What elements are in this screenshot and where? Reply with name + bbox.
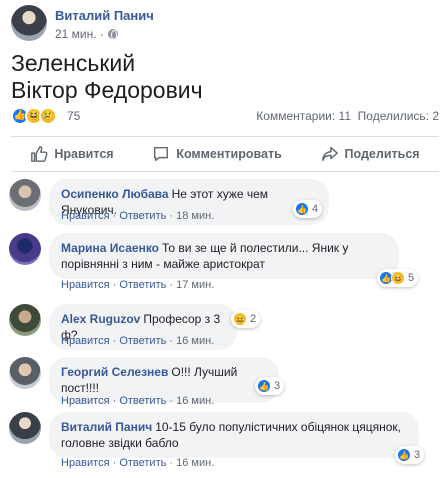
- comment-reactions-count: 3: [414, 449, 421, 461]
- like-icon: 👍: [257, 379, 271, 393]
- comment-reactions-count: 4: [312, 203, 319, 215]
- reaction-icons[interactable]: 👍 😆 😢: [11, 107, 57, 125]
- commenter-avatar[interactable]: [9, 179, 41, 211]
- post-meta: 21 мин. ·: [55, 27, 118, 41]
- comment-reactions[interactable]: 👍 3: [255, 377, 285, 395]
- post-header: Виталий Панич 21 мин. ·: [11, 5, 431, 43]
- comment: Виталий Панич 10-15 було популістичних об…: [9, 412, 439, 470]
- commenter-avatar[interactable]: [9, 412, 41, 444]
- post-text: Зеленський Віктор Федорович: [11, 50, 203, 103]
- comment-reply-link[interactable]: Ответить: [119, 457, 166, 469]
- comment-like-link[interactable]: Нравится: [61, 457, 110, 469]
- sad-icon: 😢: [39, 107, 57, 125]
- commenter-avatar[interactable]: [9, 304, 41, 336]
- reactions-summary: 👍 😆 😢 75 Комментарии: 11 Поделились: 2: [11, 106, 439, 126]
- comment-button[interactable]: Комментировать: [152, 145, 282, 163]
- comment-actions: Нравится · Ответить · 17 мин.: [61, 279, 215, 291]
- comment-like-link[interactable]: Нравится: [61, 335, 110, 347]
- comment-like-link[interactable]: Нравится: [61, 279, 110, 291]
- comment-time[interactable]: 18 мин.: [176, 210, 214, 222]
- like-icon: 👍: [295, 202, 309, 216]
- comment-actions: Нравится · Ответить · 16 мин.: [61, 335, 215, 347]
- comment-like-link[interactable]: Нравится: [61, 395, 110, 407]
- like-button[interactable]: Нравится: [30, 145, 114, 163]
- comment-actions: Нравится · Ответить · 16 мин.: [61, 395, 215, 407]
- post-author-name[interactable]: Виталий Панич: [55, 8, 154, 23]
- comment-time[interactable]: 16 мин.: [176, 457, 214, 469]
- comment-reactions[interactable]: 😆 2: [231, 310, 261, 328]
- like-icon: 👍: [397, 448, 411, 462]
- comment-reactions[interactable]: 👍 😆 5: [377, 269, 419, 287]
- commenter-name[interactable]: Alex Ruguzov: [61, 312, 140, 326]
- comment-bubble: Марина Исаенко То ви зе ще й полестили...…: [49, 233, 399, 279]
- comment-reactions[interactable]: 👍 3: [395, 446, 425, 464]
- share-button[interactable]: Поделиться: [321, 145, 420, 163]
- commenter-name[interactable]: Марина Исаенко: [61, 241, 159, 255]
- comment-time[interactable]: 16 мин.: [176, 395, 214, 407]
- comment: Марина Исаенко То ви зе ще й полестили...…: [9, 233, 439, 291]
- comment-icon: [154, 146, 169, 162]
- like-label: Нравится: [54, 147, 114, 161]
- comment-actions: Нравится · Ответить · 16 мин.: [61, 457, 215, 469]
- comment-reply-link[interactable]: Ответить: [119, 210, 166, 222]
- author-avatar[interactable]: [11, 5, 47, 41]
- haha-icon: 😆: [233, 312, 247, 326]
- comment-reactions-count: 5: [408, 272, 415, 284]
- comment-time[interactable]: 17 мин.: [176, 279, 214, 291]
- comment: Alex Ruguzov Професор з 3 ф? 😆 2 Нравится…: [9, 304, 439, 350]
- share-label: Поделиться: [344, 147, 420, 161]
- commenter-name[interactable]: Георгий Селезнев: [61, 365, 168, 379]
- comment: Георгий Селезнев О!!! Лучший пост!!!! 👍 3…: [9, 357, 439, 407]
- comment-like-link[interactable]: Нравится: [61, 210, 110, 222]
- post-time[interactable]: 21 мин. ·: [55, 27, 104, 41]
- haha-icon: 😆: [391, 271, 405, 285]
- globe-icon: [107, 29, 118, 40]
- comment-bubble: Виталий Панич 10-15 було популістичних об…: [49, 412, 419, 458]
- comment-label: Комментировать: [176, 147, 282, 161]
- commenter-avatar[interactable]: [9, 233, 41, 265]
- commenter-avatar[interactable]: [9, 357, 41, 389]
- comment-reactions-count: 2: [250, 313, 257, 325]
- post-action-bar: Нравится Комментировать Поделиться: [11, 136, 439, 172]
- comment-actions: Нравится · Ответить · 18 мин.: [61, 210, 215, 222]
- share-icon: [321, 146, 338, 162]
- reactions-count[interactable]: 75: [67, 109, 80, 123]
- comment-time[interactable]: 16 мин.: [176, 335, 214, 347]
- thumbs-up-icon: [31, 146, 48, 162]
- comment-reactions[interactable]: 👍 4: [293, 200, 323, 218]
- commenter-name[interactable]: Виталий Панич: [61, 420, 152, 434]
- comment-reply-link[interactable]: Ответить: [119, 335, 166, 347]
- comment: Осипенко Любава Не этот хуже чем Янукович…: [9, 179, 439, 225]
- comment-reply-link[interactable]: Ответить: [119, 395, 166, 407]
- comment-reply-link[interactable]: Ответить: [119, 279, 166, 291]
- comment-reactions-count: 3: [274, 380, 281, 392]
- commenter-name[interactable]: Осипенко Любава: [61, 187, 169, 201]
- post-stats[interactable]: Комментарии: 11 Поделились: 2: [256, 109, 439, 123]
